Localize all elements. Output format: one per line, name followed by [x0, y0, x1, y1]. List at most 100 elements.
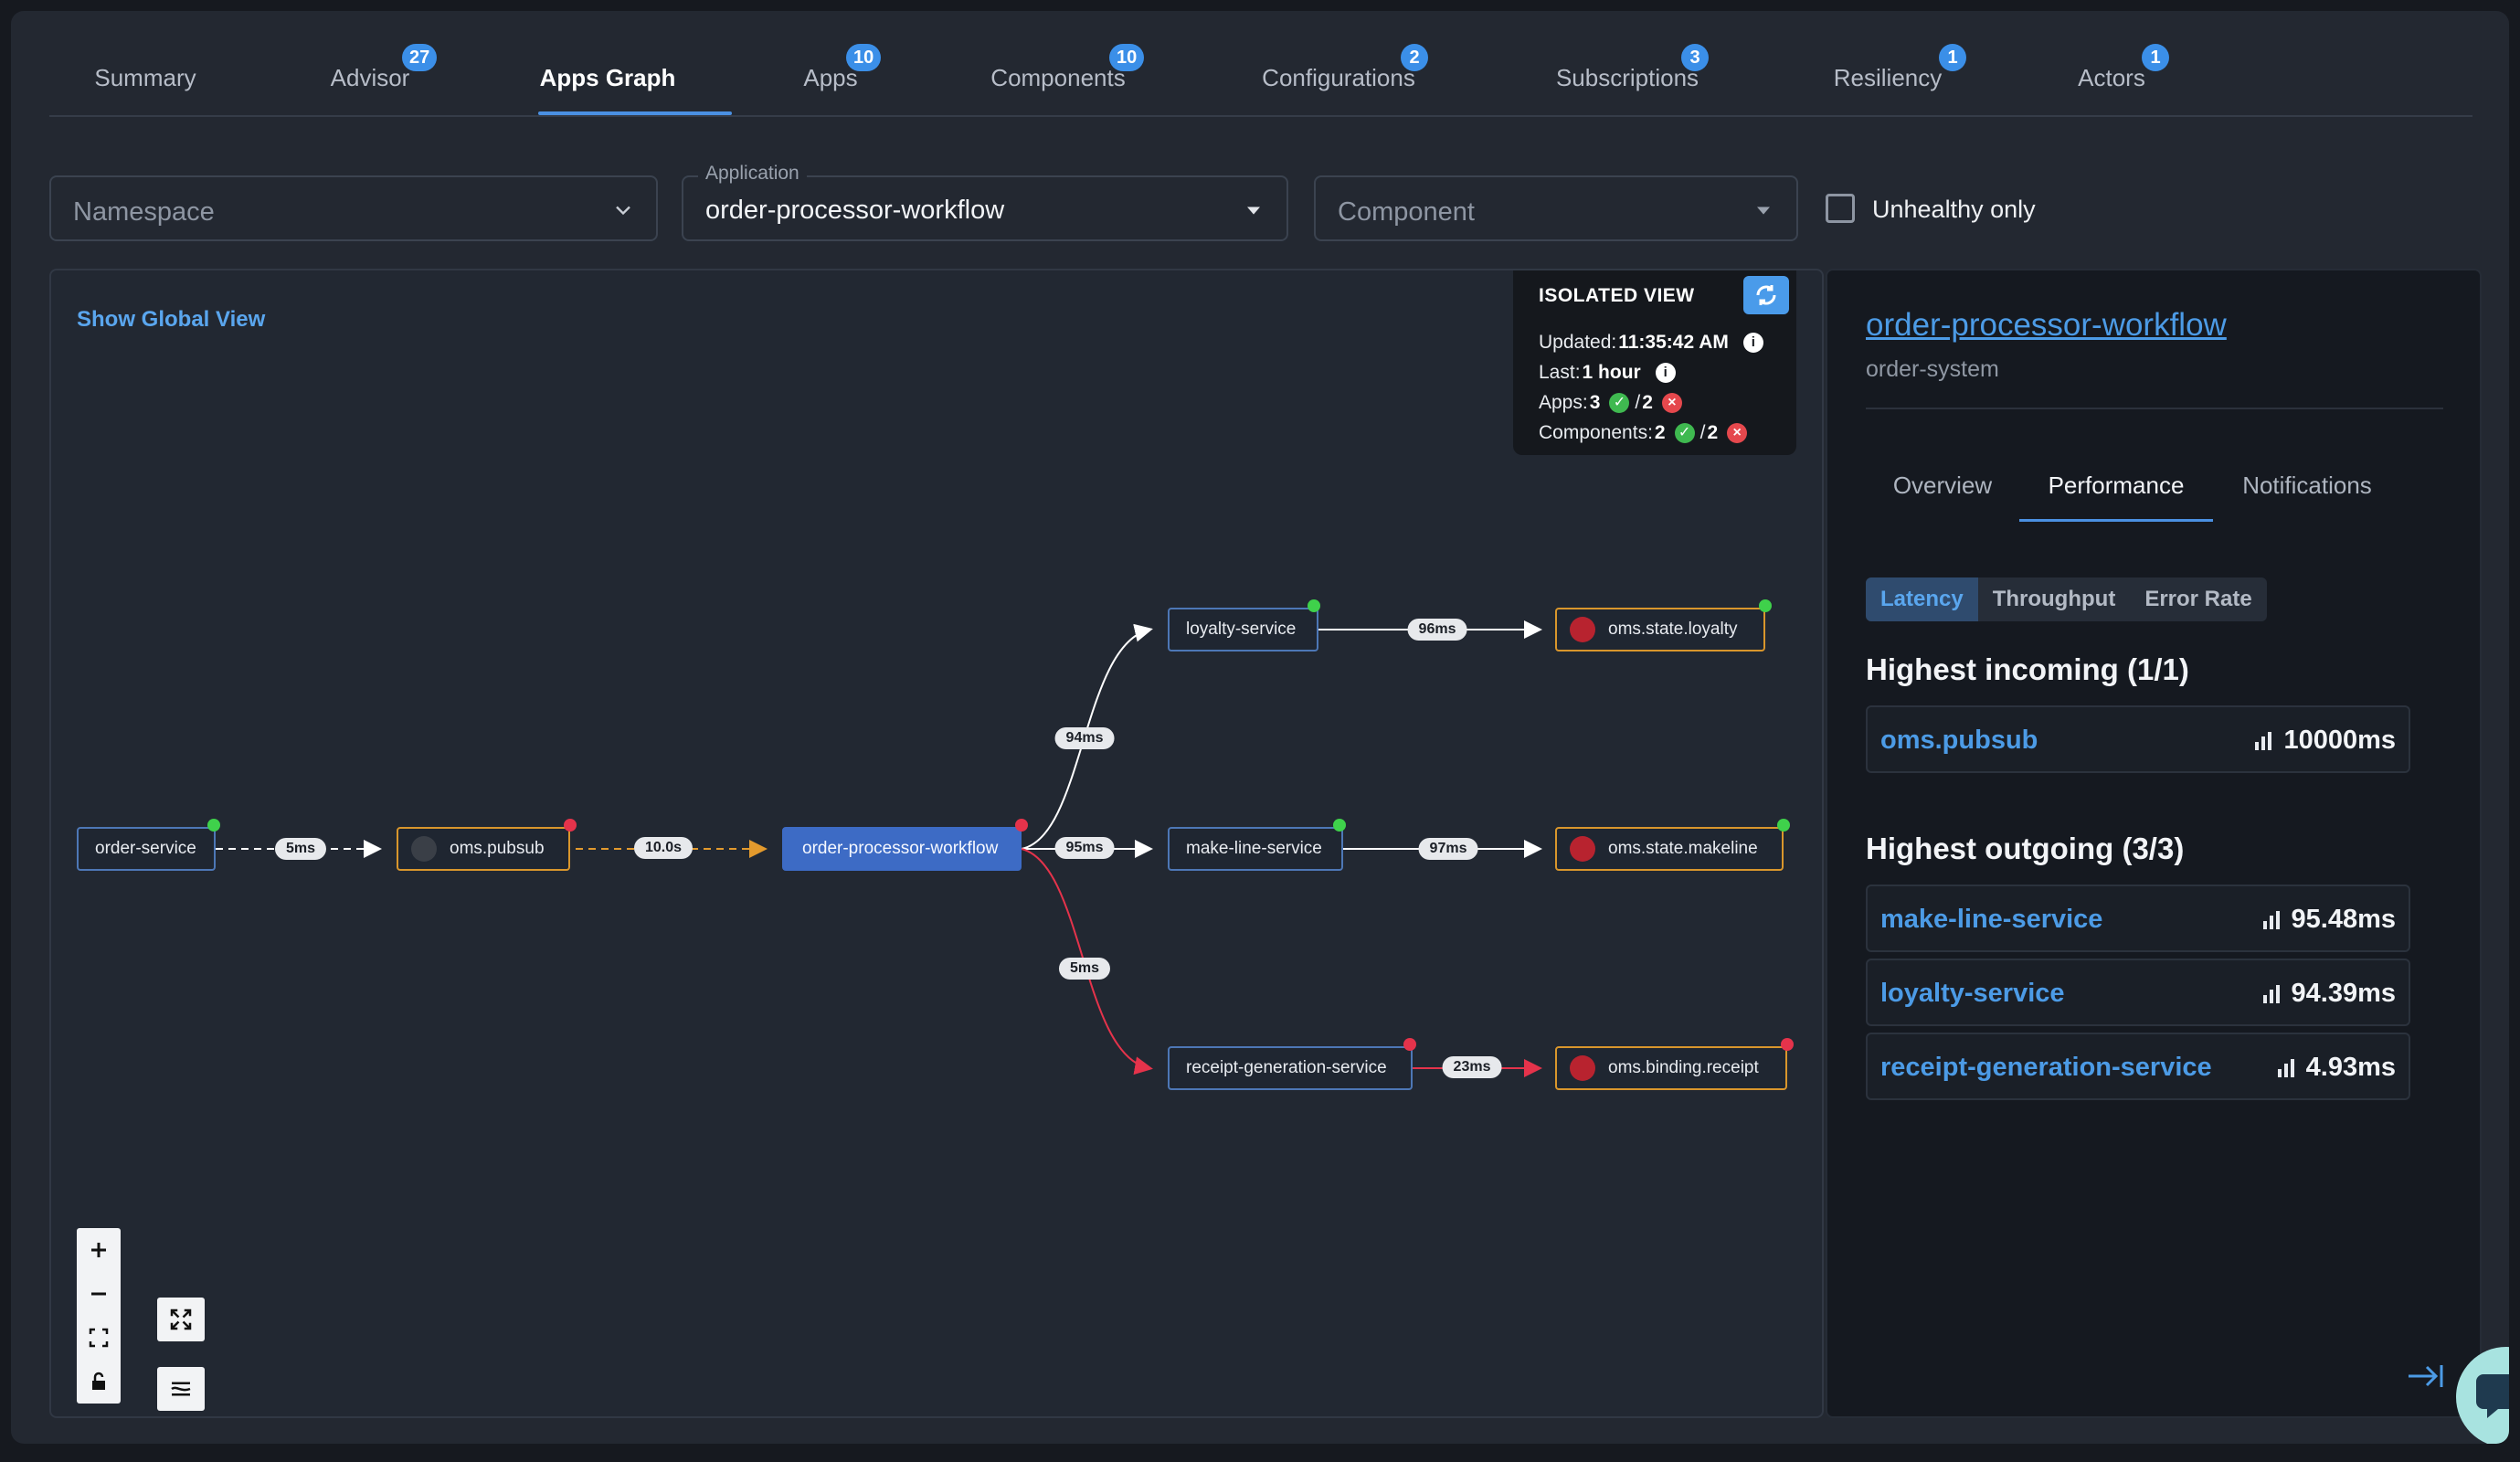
edge-latency-label: 10.0s	[633, 837, 694, 859]
subscriptions-count-badge: 3	[1681, 44, 1709, 71]
top-tab-bar: Summary Advisor Apps Graph Apps Componen…	[49, 11, 2472, 117]
application-select[interactable]: Application order-processor-workflow	[682, 163, 1288, 241]
isolated-view-panel: ISOLATED VIEW Updated: 11:35:42 AM i Last…	[1513, 270, 1796, 455]
edge-latency-label: 23ms	[1442, 1056, 1502, 1078]
bar-chart-icon	[2255, 731, 2272, 750]
app-title-link[interactable]: order-processor-workflow	[1866, 307, 2227, 344]
outgoing-metric-row[interactable]: make-line-service 95.48ms	[1866, 885, 2410, 952]
minus-icon	[91, 1292, 106, 1296]
tab-summary[interactable]: Summary	[94, 64, 196, 92]
node-oms-binding-receipt[interactable]: oms.binding.receipt	[1555, 1046, 1787, 1090]
node-order-processor-workflow[interactable]: order-processor-workflow	[782, 827, 1022, 871]
lock-icon	[92, 1372, 105, 1390]
metric-name: oms.pubsub	[1880, 726, 2038, 755]
segment-throughput[interactable]: Throughput	[1978, 577, 2131, 621]
node-make-line-service[interactable]: make-line-service	[1168, 827, 1343, 871]
last-row: Last: 1 hour i	[1539, 357, 1771, 387]
health-dot	[1759, 599, 1772, 612]
info-icon[interactable]: i	[1742, 332, 1763, 353]
components-err-count: 2	[1707, 421, 1719, 443]
updated-row: Updated: 11:35:42 AM i	[1539, 327, 1771, 357]
apps-err-count: 2	[1642, 391, 1653, 413]
node-label: loyalty-service	[1186, 620, 1297, 639]
last-label: Last:	[1539, 361, 1581, 383]
incoming-metric-row[interactable]: oms.pubsub 10000ms	[1866, 705, 2410, 773]
redis-icon	[1570, 1055, 1595, 1081]
node-receipt-generation-service[interactable]: receipt-generation-service	[1168, 1046, 1413, 1090]
apps-count-badge: 10	[846, 44, 882, 71]
expand-button[interactable]	[157, 1298, 205, 1341]
metric-value: 94.39ms	[2262, 979, 2397, 1009]
tab-overview[interactable]: Overview	[1893, 471, 1992, 500]
application-value: order-processor-workflow	[705, 196, 1005, 225]
apps-label: Apps:	[1539, 391, 1588, 413]
bar-chart-icon	[2277, 1058, 2294, 1077]
components-ok-count: 2	[1654, 421, 1666, 443]
bar-chart-icon	[2262, 984, 2280, 1003]
edge-latency-label: 95ms	[1054, 837, 1115, 859]
tab-notifications[interactable]: Notifications	[2242, 471, 2372, 500]
zoom-out-button[interactable]	[77, 1272, 121, 1316]
layout-button[interactable]	[157, 1367, 205, 1411]
check-circle-icon: ✓	[1609, 392, 1630, 413]
caret-down-icon	[1247, 207, 1260, 215]
segment-error-rate[interactable]: Error Rate	[2130, 577, 2266, 621]
outgoing-metric-row[interactable]: loyalty-service 94.39ms	[1866, 959, 2410, 1026]
tab-resiliency[interactable]: Resiliency	[1834, 64, 1943, 92]
node-oms-state-makeline[interactable]: oms.state.makeline	[1555, 827, 1784, 871]
node-label: oms.state.loyalty	[1608, 620, 1738, 639]
unhealthy-only-label: Unhealthy only	[1872, 196, 2036, 223]
chat-icon	[2476, 1374, 2509, 1418]
unhealthy-only-checkbox[interactable]	[1826, 194, 1855, 223]
edge-latency-label: 97ms	[1418, 838, 1478, 860]
zoom-controls	[77, 1228, 121, 1404]
caret-down-icon	[1757, 207, 1770, 215]
component-placeholder: Component	[1338, 197, 1475, 227]
tab-configurations[interactable]: Configurations	[1262, 64, 1415, 92]
updated-label: Updated:	[1539, 331, 1617, 353]
metric-value-text: 94.39ms	[2291, 979, 2397, 1008]
lock-button[interactable]	[77, 1360, 121, 1404]
tab-apps-graph[interactable]: Apps Graph	[540, 64, 676, 92]
tab-subscriptions[interactable]: Subscriptions	[1556, 64, 1699, 92]
chat-support-button[interactable]	[2456, 1347, 2509, 1444]
tab-actors[interactable]: Actors	[2078, 64, 2145, 92]
tab-advisor[interactable]: Advisor	[331, 64, 410, 92]
health-dot	[1403, 1038, 1416, 1051]
node-oms-pubsub[interactable]: oms.pubsub	[397, 827, 570, 871]
metric-value-text: 4.93ms	[2305, 1053, 2396, 1082]
metric-value: 95.48ms	[2262, 905, 2396, 935]
node-order-service[interactable]: order-service	[77, 827, 216, 871]
redis-icon	[1570, 617, 1595, 642]
components-label: Components:	[1539, 421, 1653, 443]
info-icon[interactable]: i	[1655, 362, 1676, 383]
health-dot	[1308, 599, 1320, 612]
outgoing-metric-row[interactable]: receipt-generation-service 4.93ms	[1866, 1033, 2410, 1100]
fit-view-button[interactable]	[77, 1316, 121, 1360]
edge-latency-label: 96ms	[1407, 619, 1467, 641]
metric-value: 10000ms	[2254, 726, 2396, 756]
tab-apps[interactable]: Apps	[803, 64, 857, 92]
tab-performance[interactable]: Performance	[2049, 471, 2185, 500]
tab-components[interactable]: Components	[990, 64, 1125, 92]
components-count-badge: 10	[1109, 44, 1145, 71]
separator: /	[1699, 421, 1706, 443]
divider	[1866, 408, 2443, 409]
updated-value: 11:35:42 AM	[1618, 331, 1729, 353]
apps-graph-canvas[interactable]: Show Global View 5ms 10.0s 94ms 95ms 5ms…	[49, 269, 1824, 1418]
health-dot	[1781, 1038, 1794, 1051]
zoom-in-button[interactable]	[77, 1228, 121, 1272]
node-loyalty-service[interactable]: loyalty-service	[1168, 608, 1318, 652]
pubsub-icon	[411, 836, 437, 862]
segment-latency[interactable]: Latency	[1866, 577, 1978, 621]
node-oms-state-loyalty[interactable]: oms.state.loyalty	[1555, 608, 1765, 652]
node-label: receipt-generation-service	[1186, 1058, 1387, 1077]
refresh-button[interactable]	[1743, 276, 1789, 314]
collapse-panel-icon[interactable]	[2407, 1361, 2445, 1391]
health-dot	[207, 819, 220, 832]
component-select[interactable]: Component	[1314, 175, 1798, 241]
namespace-select[interactable]: Namespace	[49, 175, 658, 241]
expand-icon	[170, 1308, 192, 1330]
error-circle-icon: ×	[1727, 422, 1748, 443]
bar-chart-icon	[2262, 910, 2280, 929]
